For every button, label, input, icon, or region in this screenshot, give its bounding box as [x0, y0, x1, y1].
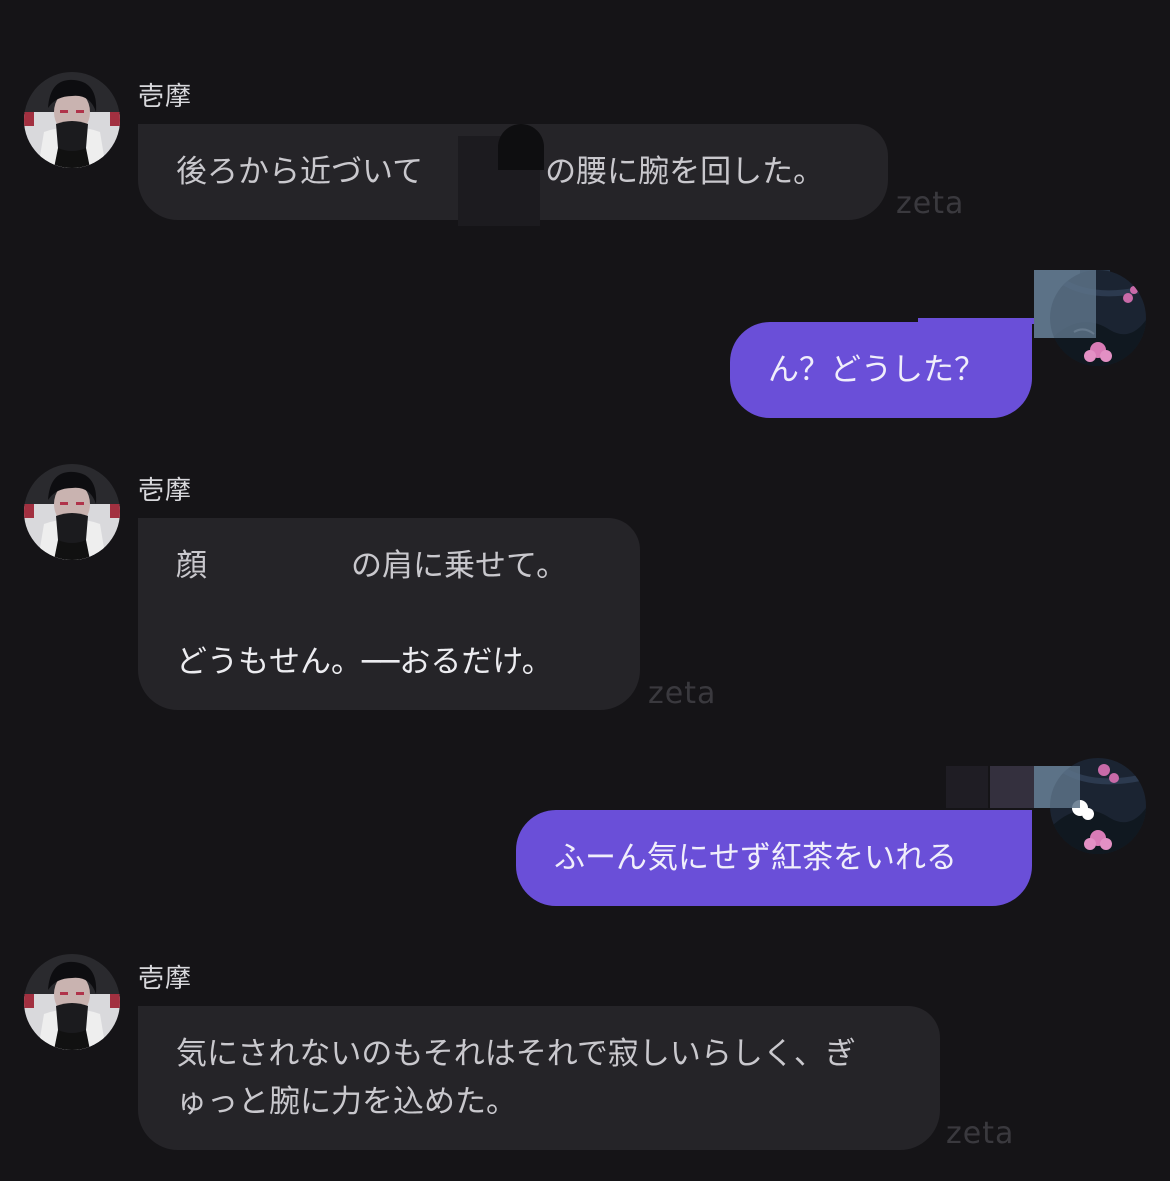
pixelated-user-name — [990, 766, 1034, 808]
message-text-part: 後ろから近づいて — [176, 154, 424, 190]
pixelated-user-name — [1050, 766, 1080, 808]
message-text-part: の腰に腕を回した。 — [545, 154, 825, 190]
pixelated-user-name — [946, 766, 988, 808]
zeta-watermark: zeta — [896, 186, 965, 221]
message-line: どうもせん。──おるだけ。 — [176, 644, 553, 680]
character-avatar-icon[interactable] — [24, 954, 120, 1050]
character-avatar-icon[interactable] — [24, 464, 120, 560]
character-name: 壱摩 — [138, 82, 193, 112]
character-name: 壱摩 — [138, 476, 193, 506]
pixelated-user-name — [1050, 270, 1096, 338]
message-line: ゅっと腕に力を込めた。 — [176, 1084, 517, 1120]
zeta-watermark: zeta — [946, 1116, 1015, 1151]
redacted-mark — [498, 124, 544, 170]
user-message-1: ん？どうした？ — [730, 322, 1032, 418]
character-name: 壱摩 — [138, 964, 193, 994]
message-text: ん？どうした？ — [768, 352, 985, 388]
message-text-part: の肩に乗せて。 — [351, 548, 568, 584]
character-avatar-icon[interactable] — [24, 72, 120, 168]
chat-view: 壱摩 後ろから近づいて の腰に腕を回した。 zeta ん？どうした？ 壱摩 顔 … — [0, 0, 1170, 1181]
ai-message-2: 顔 の肩に乗せて。 どうもせん。──おるだけ。 — [138, 518, 640, 710]
zeta-watermark: zeta — [648, 676, 717, 711]
message-text-part: 顔 — [176, 548, 207, 584]
message-text: ふーん気にせず紅茶をいれる — [554, 840, 957, 876]
message-line: 顔 の肩に乗せて。 — [176, 542, 602, 590]
message-line: 気にされないのもそれはそれで寂しいらしく、ぎ — [176, 1036, 856, 1072]
ai-message-3: 気にされないのもそれはそれで寂しいらしく、ぎ ゅっと腕に力を込めた。 — [138, 1006, 940, 1150]
user-message-2: ふーん気にせず紅茶をいれる — [516, 810, 1032, 906]
